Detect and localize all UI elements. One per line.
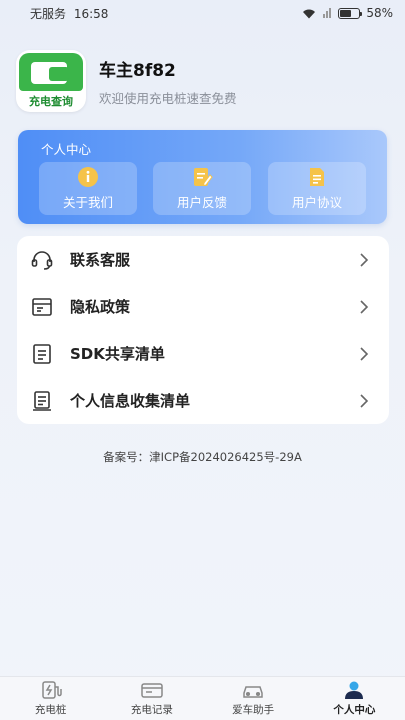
profile-info: 车主8f82 欢迎使用充电桩速查免费 [99, 56, 237, 107]
profile-subtitle: 欢迎使用充电桩速查免费 [99, 90, 237, 106]
icp-record: 备案号：津ICP备2024026425号-29A [103, 450, 302, 464]
bottom-tab-bar: 充电桩 充电记录 爱车助手 个人中心 [0, 676, 405, 720]
status-left: 无服务 16:58 [30, 5, 108, 22]
menu-label: SDK共享清单 [70, 345, 165, 363]
user-feedback-label: 用户反馈 [176, 195, 227, 210]
status-right: 58% [302, 6, 393, 20]
tab-label: 爱车助手 [232, 704, 275, 716]
about-us-label: 关于我们 [62, 195, 113, 210]
charging-pile-icon [41, 681, 62, 699]
battery-icon [338, 7, 363, 19]
about-us-button[interactable]: 关于我们 [39, 162, 137, 215]
menu-item-personal-info-list[interactable]: 个人信息收集清单 [17, 377, 389, 424]
carrier-text: 无服务 [30, 6, 67, 21]
menu-item-sdk-list[interactable]: SDK共享清单 [17, 330, 389, 377]
personal-center-card: 个人中心 关于我们 用户反馈 用户协议 [18, 130, 387, 224]
tab-car-assistant[interactable]: 爱车助手 [203, 677, 304, 720]
personal-center-title: 个人中心 [41, 142, 92, 157]
list-icon [33, 343, 51, 364]
username: 车主8f82 [99, 60, 176, 81]
tab-personal-center[interactable]: 个人中心 [304, 677, 405, 720]
headset-icon [31, 250, 53, 270]
profile-header: 充电查询 车主8f82 欢迎使用充电桩速查免费 [16, 50, 396, 112]
tab-charging-pile[interactable]: 充电桩 [0, 677, 101, 720]
app-logo: 充电查询 [16, 50, 86, 112]
feedback-edit-icon [194, 168, 213, 187]
tab-charging-records[interactable]: 充电记录 [101, 677, 202, 720]
chevron-right-icon [360, 252, 369, 267]
policy-icon [32, 297, 52, 316]
user-agreement-label: 用户协议 [291, 195, 342, 210]
settings-menu: 联系客服 隐私政策 SDK共享清单 个人信息收集清单 [17, 236, 389, 424]
status-bar: 无服务 16:58 58% [0, 0, 405, 26]
car-icon [243, 686, 263, 698]
menu-label: 个人信息收集清单 [70, 392, 191, 410]
chevron-right-icon [360, 299, 369, 314]
chevron-right-icon [360, 393, 369, 408]
menu-label: 联系客服 [70, 251, 131, 269]
wifi-icon [303, 9, 316, 18]
clock-text: 16:58 [73, 6, 109, 21]
info-icon [78, 167, 98, 187]
menu-label: 隐私政策 [70, 298, 131, 316]
document-icon [310, 168, 324, 186]
tab-label: 充电记录 [130, 704, 173, 716]
no-signal-icon [323, 7, 332, 18]
records-icon [141, 683, 163, 698]
logo-charger-icon [19, 53, 83, 91]
menu-item-privacy-policy[interactable]: 隐私政策 [17, 283, 389, 330]
logo-text: 充电查询 [29, 95, 73, 108]
battery-text: 58% [366, 6, 393, 20]
tab-label: 个人中心 [333, 704, 376, 716]
menu-item-customer-service[interactable]: 联系客服 [17, 236, 389, 283]
user-agreement-button[interactable]: 用户协议 [268, 162, 366, 215]
battery-fill [340, 9, 351, 17]
chevron-right-icon [360, 346, 369, 361]
tab-label: 充电桩 [34, 704, 67, 716]
user-icon [345, 681, 364, 699]
clipboard-list-icon [33, 390, 51, 411]
user-feedback-button[interactable]: 用户反馈 [153, 162, 251, 215]
